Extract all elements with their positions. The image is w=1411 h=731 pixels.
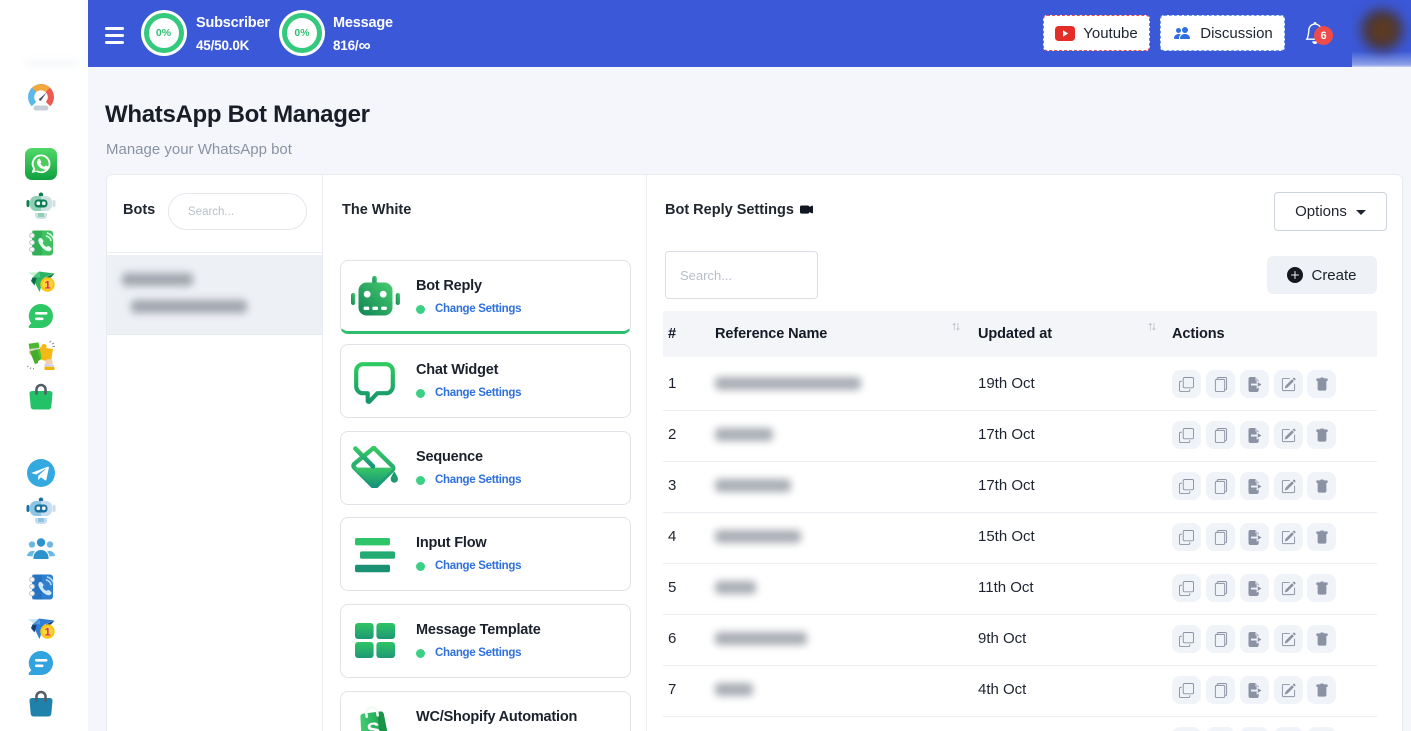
svg-text:1: 1 (44, 280, 50, 292)
svg-text:1: 1 (44, 627, 50, 639)
